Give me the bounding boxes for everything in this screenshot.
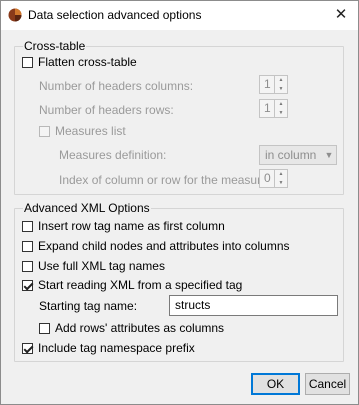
- header-rows-label-text: Number of headers rows:: [39, 103, 174, 117]
- include-namespace-label: Include tag namespace prefix: [38, 341, 195, 355]
- include-namespace-check[interactable]: [22, 342, 33, 354]
- cancel-button[interactable]: Cancel: [305, 373, 350, 395]
- spin-down-icon[interactable]: ▼: [275, 85, 287, 94]
- header-columns-label: Number of headers columns:: [39, 78, 193, 94]
- dialog-window: Data selection advanced options ✕ Cross-…: [0, 0, 359, 405]
- spin-down-icon[interactable]: ▼: [275, 109, 287, 118]
- measures-definition-label: Measures definition:: [59, 147, 166, 163]
- starting-tag-input[interactable]: structs: [169, 295, 338, 316]
- expand-child-nodes-checkbox[interactable]: Expand child nodes and attributes into c…: [22, 238, 290, 254]
- add-rows-attributes-label: Add rows' attributes as columns: [55, 321, 225, 335]
- insert-row-tag-label: Insert row tag name as first column: [38, 219, 225, 233]
- add-rows-attributes-check[interactable]: [39, 322, 50, 334]
- measures-index-label: Index of column or row for the measures:: [59, 172, 277, 188]
- insert-row-tag-check[interactable]: [22, 220, 33, 232]
- starting-tag-label: Starting tag name:: [39, 298, 137, 314]
- include-namespace-checkbox[interactable]: Include tag namespace prefix: [22, 340, 195, 356]
- close-icon[interactable]: ✕: [330, 5, 352, 25]
- ok-button[interactable]: OK: [251, 373, 300, 395]
- starting-tag-label-text: Starting tag name:: [39, 299, 138, 313]
- start-reading-check[interactable]: [22, 279, 33, 291]
- header-columns-stepper[interactable]: 1 ▲ ▼: [259, 75, 288, 94]
- flatten-cross-table-label: Flatten cross-table: [38, 55, 137, 69]
- measures-list-checkbox[interactable]: Measures list: [39, 123, 126, 139]
- header-rows-value: 1: [264, 101, 271, 115]
- use-full-tag-names-label: Use full XML tag names: [38, 259, 165, 273]
- expand-child-nodes-label: Expand child nodes and attributes into c…: [38, 239, 290, 253]
- cross-table-group-title: Cross-table: [23, 39, 87, 53]
- header-columns-label-text: Number of headers columns:: [39, 79, 194, 93]
- add-rows-attributes-checkbox[interactable]: Add rows' attributes as columns: [39, 320, 224, 336]
- measures-definition-value: in column: [265, 148, 317, 162]
- expand-child-nodes-check[interactable]: [22, 240, 33, 252]
- measures-index-value: 0: [264, 171, 271, 185]
- spin-up-icon[interactable]: ▲: [275, 100, 287, 109]
- chevron-down-icon: ▼: [324, 150, 334, 160]
- measures-index-label-text: Index of column or row for the measures:: [59, 173, 278, 187]
- measures-list-label: Measures list: [55, 124, 126, 138]
- advanced-xml-group-title: Advanced XML Options: [23, 201, 151, 215]
- start-reading-checkbox[interactable]: Start reading XML from a specified tag: [22, 277, 242, 293]
- header-rows-label: Number of headers rows:: [39, 102, 174, 118]
- app-logo-icon: [8, 8, 22, 22]
- flatten-cross-table-check[interactable]: [22, 56, 33, 68]
- measures-list-check[interactable]: [39, 125, 50, 137]
- use-full-tag-names-check[interactable]: [22, 260, 33, 272]
- measures-index-stepper[interactable]: 0 ▲ ▼: [259, 169, 288, 188]
- flatten-cross-table-checkbox[interactable]: Flatten cross-table: [22, 54, 137, 70]
- spin-down-icon[interactable]: ▼: [275, 179, 287, 188]
- header-columns-value: 1: [264, 77, 271, 91]
- measures-definition-dropdown[interactable]: in column ▼: [259, 145, 337, 165]
- window-title: Data selection advanced options: [28, 8, 202, 22]
- title-bar: Data selection advanced options ✕: [1, 1, 358, 30]
- insert-row-tag-checkbox[interactable]: Insert row tag name as first column: [22, 218, 225, 234]
- start-reading-label: Start reading XML from a specified tag: [38, 278, 243, 292]
- use-full-tag-names-checkbox[interactable]: Use full XML tag names: [22, 258, 165, 274]
- header-rows-stepper[interactable]: 1 ▲ ▼: [259, 99, 288, 118]
- spin-up-icon[interactable]: ▲: [275, 76, 287, 85]
- measures-definition-label-text: Measures definition:: [59, 148, 167, 162]
- spin-up-icon[interactable]: ▲: [275, 170, 287, 179]
